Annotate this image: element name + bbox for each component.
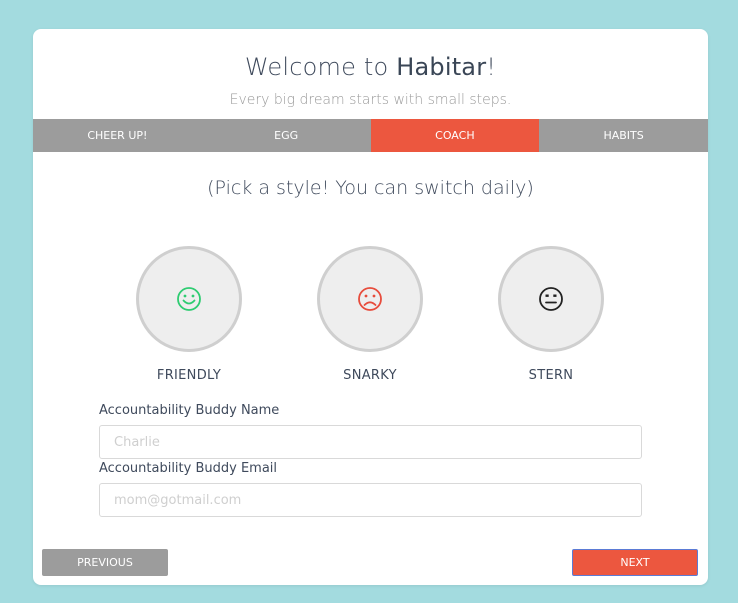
tab-habits[interactable]: HABITS xyxy=(539,119,708,152)
buddy-email-input[interactable] xyxy=(99,483,642,517)
style-circle-friendly[interactable] xyxy=(136,246,242,352)
onboarding-card: Welcome to Habitar! Every big dream star… xyxy=(33,29,708,585)
style-heading: (Pick a style! You can switch daily) xyxy=(207,177,534,199)
style-option-snarky[interactable]: SNARKY xyxy=(315,246,425,383)
title-suffix: ! xyxy=(486,53,497,81)
tab-coach[interactable]: COACH xyxy=(370,119,540,152)
page-subtitle: Every big dream starts with small steps. xyxy=(229,92,512,108)
tab-cheer-up[interactable]: CHEER UP! xyxy=(33,119,202,152)
step-tabs: CHEER UP! EGG COACH HABITS xyxy=(33,119,708,152)
buddy-email-label: Accountability Buddy Email xyxy=(99,461,278,476)
brand-name: Habitar xyxy=(396,53,487,81)
tab-egg[interactable]: EGG xyxy=(202,119,371,152)
style-label-friendly: FRIENDLY xyxy=(156,368,222,383)
frown-icon xyxy=(358,287,382,311)
style-option-friendly[interactable]: FRIENDLY xyxy=(134,246,244,383)
style-circle-snarky[interactable] xyxy=(317,246,423,352)
page-title: Welcome to Habitar! xyxy=(33,53,708,81)
buddy-name-input[interactable] xyxy=(99,425,642,459)
previous-button[interactable]: PREVIOUS xyxy=(42,549,168,576)
style-label-stern: STERN xyxy=(528,368,574,383)
smile-icon xyxy=(177,287,201,311)
buddy-name-label: Accountability Buddy Name xyxy=(99,403,280,418)
neutral-face-icon xyxy=(539,287,563,311)
style-option-stern[interactable]: STERN xyxy=(496,246,606,383)
title-prefix: Welcome to xyxy=(244,53,397,81)
style-label-snarky: SNARKY xyxy=(343,368,397,383)
style-circle-stern[interactable] xyxy=(498,246,604,352)
next-button[interactable]: NEXT xyxy=(572,549,698,576)
